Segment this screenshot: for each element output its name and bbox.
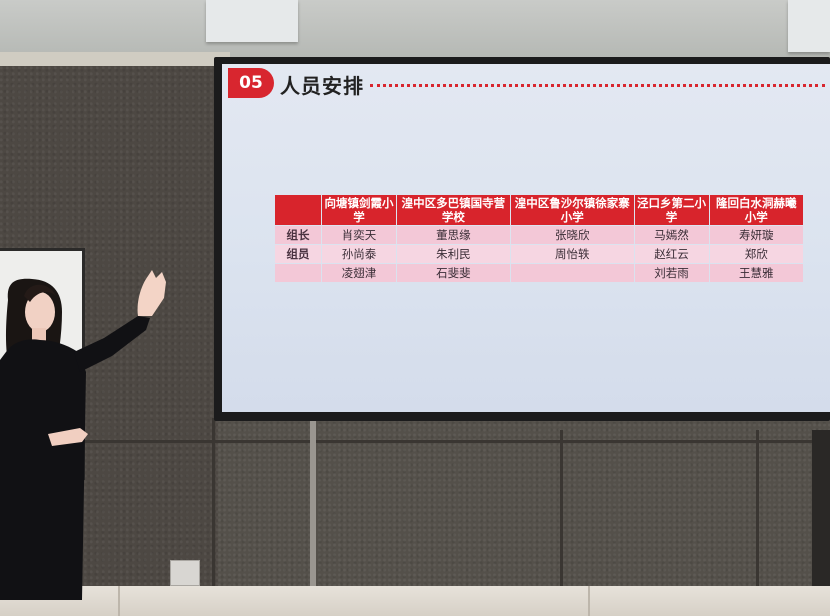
ceiling-light-left [206, 0, 298, 42]
presenter-dress [0, 339, 86, 600]
table-cell: 周怡轶 [510, 245, 634, 263]
header-dotted-line [370, 84, 825, 87]
column-header: 泾口乡第二小学 [634, 195, 709, 225]
table-header-corner [275, 195, 321, 225]
staff-table: 向塘镇剑霞小学 湟中区多巴镇国寺营学校 湟中区鲁沙尔镇徐家寨小学 泾口乡第二小学… [274, 194, 804, 283]
table-cell: 石斐斐 [396, 264, 510, 282]
table-cell: 朱利民 [396, 245, 510, 263]
table-cell: 马嫣然 [634, 226, 709, 244]
table-cell: 郑欣 [709, 245, 803, 263]
table-cell: 孙尚泰 [322, 245, 396, 263]
table-cell: 刘若雨 [634, 264, 709, 282]
wall-seam [560, 430, 563, 586]
column-header: 向塘镇剑霞小学 [322, 195, 396, 225]
role-cell [275, 264, 321, 282]
table-cell: 赵红云 [634, 245, 709, 263]
wall-seam [212, 418, 215, 586]
column-header: 湟中区多巴镇国寺营学校 [396, 195, 510, 225]
desk-joint [588, 586, 590, 616]
table-cell: 寿妍璇 [709, 226, 803, 244]
table-row: 组长 肖奕天 董思缘 张晓欣 马嫣然 寿妍璇 [275, 226, 803, 244]
slide-number-badge: 05 [228, 68, 274, 98]
presenter-raised-arm [74, 316, 150, 372]
table-cell: 王慧雅 [709, 264, 803, 282]
table-header-row: 向塘镇剑霞小学 湟中区多巴镇国寺营学校 湟中区鲁沙尔镇徐家寨小学 泾口乡第二小学… [275, 195, 803, 225]
table-row: 组员 孙尚泰 朱利民 周怡轶 赵红云 郑欣 [275, 245, 803, 263]
ceiling-light-right [788, 0, 830, 52]
table-cell: 张晓欣 [510, 226, 634, 244]
table-cell [510, 264, 634, 282]
table-cell: 凌翅津 [322, 264, 396, 282]
presentation-slide: 05 人员安排 向塘镇剑霞小学 湟中区多巴镇国寺营学校 湟中区鲁沙尔镇徐家寨小学… [222, 64, 830, 412]
column-header: 隆回白水洞赫曦小学 [709, 195, 803, 225]
role-cell: 组员 [275, 245, 321, 263]
column-header: 湟中区鲁沙尔镇徐家寨小学 [510, 195, 634, 225]
table-row: 凌翅津 石斐斐 刘若雨 王慧雅 [275, 264, 803, 282]
table-cell: 董思缘 [396, 226, 510, 244]
wall-seam [756, 430, 759, 586]
screen-stand-pole [310, 418, 316, 586]
presenter-hand [137, 270, 166, 316]
slide-title: 人员安排 [280, 74, 364, 98]
table-cell: 肖奕天 [322, 226, 396, 244]
side-panel [812, 430, 830, 590]
presenter [0, 270, 166, 600]
role-cell: 组长 [275, 226, 321, 244]
